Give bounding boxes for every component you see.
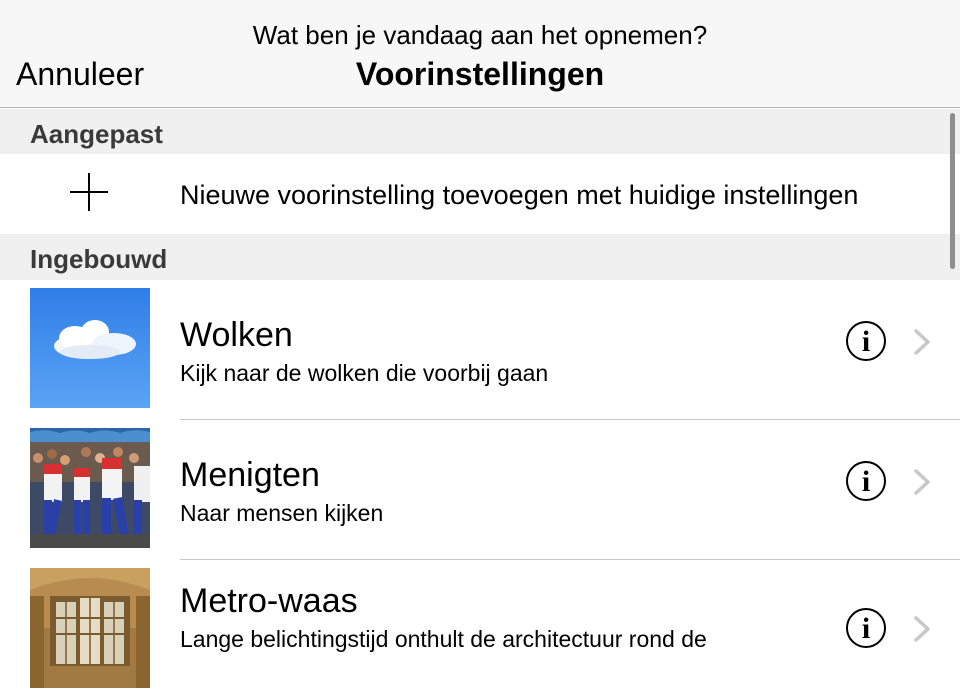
chevron-right-icon [914, 329, 930, 355]
section-header-custom: Aangepast [0, 109, 960, 155]
section-header-builtin: Ingebouwd [0, 234, 960, 280]
preset-subtitle: Naar mensen kijken [180, 500, 384, 526]
preset-row-menigten[interactable]: Menigten Naar mensen kijken i [0, 420, 960, 560]
scrollbar[interactable] [950, 113, 955, 269]
station-thumbnail [30, 568, 150, 688]
cancel-button[interactable]: Annuleer [16, 56, 144, 93]
preset-row-metro-waas[interactable]: Metro-waas Lange belichtingstijd onthult… [0, 560, 960, 700]
preset-title: Metro-waas [180, 582, 358, 620]
plus-icon [70, 173, 108, 211]
preset-title: Menigten [180, 456, 320, 494]
preset-row-wolken[interactable]: Wolken Kijk naar de wolken die voorbij g… [0, 280, 960, 420]
clouds-thumbnail [30, 288, 150, 408]
info-icon[interactable]: i [846, 321, 886, 361]
crowd-thumbnail [30, 428, 150, 548]
preset-title: Wolken [180, 316, 293, 354]
chevron-right-icon [914, 616, 930, 642]
preset-subtitle: Kijk naar de wolken die voorbij gaan [180, 360, 549, 386]
section-header-label: Aangepast [30, 119, 163, 149]
info-icon[interactable]: i [846, 461, 886, 501]
info-icon[interactable]: i [846, 608, 886, 648]
navigation-bar: Wat ben je vandaag aan het opnemen? Voor… [0, 0, 960, 108]
nav-prompt: Wat ben je vandaag aan het opnemen? [252, 20, 708, 50]
section-header-label: Ingebouwd [30, 244, 168, 274]
add-preset-label: Nieuwe voorinstelling toevoegen met huid… [180, 180, 859, 210]
chevron-right-icon [914, 469, 930, 495]
